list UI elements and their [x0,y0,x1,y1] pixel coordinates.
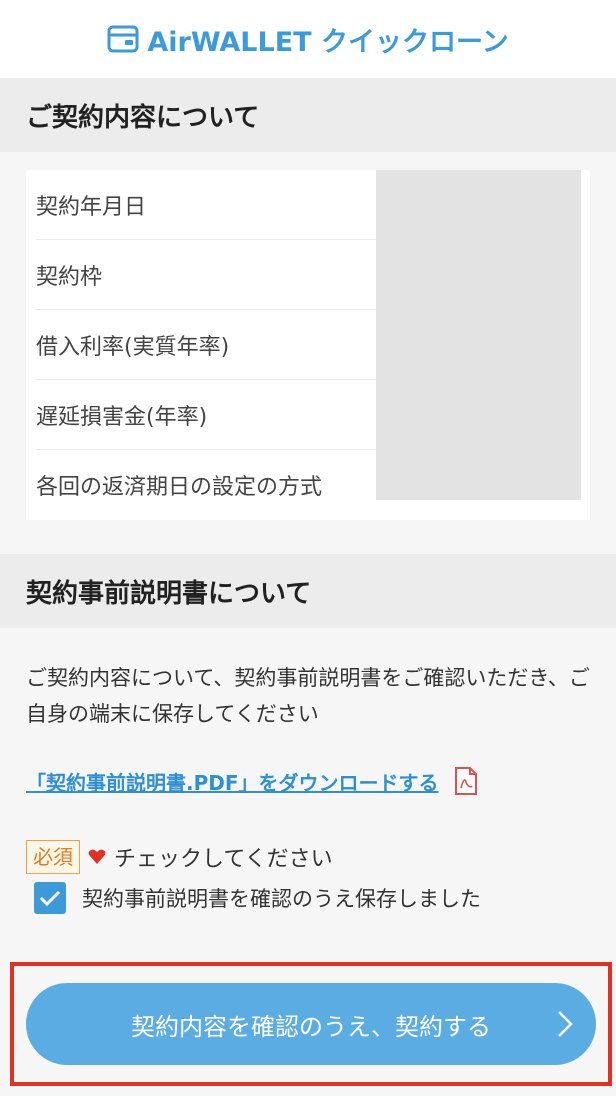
pdf-icon [454,767,477,795]
confirm-contract-button-label: 契約内容を確認のうえ、契約する [131,1013,491,1041]
contract-date-label: 契約年月日 [36,170,376,240]
check-prompt: チェックしてください [114,847,333,872]
app-logo-text: AirWALLET クイックローン [147,26,509,58]
pdf-download-row: 「契約事前説明書.PDF」をダウンロードする [26,766,590,796]
explanation-section-title: 契約事前説明書について [0,554,616,628]
required-badge: 必須 [26,840,80,874]
contract-section-title: ご契約内容について [0,78,616,152]
cta-highlight-frame: 契約内容を確認のうえ、契約する [10,962,612,1086]
contract-info-labels: 契約年月日 契約枠 借入利率(実質年率) 遅延損害金(年率) 各回の返済期日の設… [26,170,376,520]
interest-rate-label: 借入利率(実質年率) [36,310,376,380]
confirm-contract-button[interactable]: 契約内容を確認のうえ、契約する [26,983,596,1065]
explanation-description: ご契約内容について、契約事前説明書をご確認いただき、ご自身の端末に保存してくださ… [26,666,590,726]
wallet-icon [107,25,139,53]
contract-info-area: 契約年月日 契約枠 借入利率(実質年率) 遅延損害金(年率) 各回の返済期日の設… [0,152,616,554]
check-icon [39,890,61,907]
explanation-area: ご契約内容について、契約事前説明書をご確認いただき、ご自身の端末に保存してくださ… [0,628,616,914]
heart-icon [88,849,106,864]
chevron-right-icon [558,1011,573,1037]
pdf-download-link[interactable]: 「契約事前説明書.PDF」をダウンロードする [26,767,439,796]
contract-info-values-masked [376,170,581,500]
confirm-checkbox-row[interactable]: 契約事前説明書を確認のうえ保存しました [26,882,590,914]
confirm-checkbox[interactable] [34,882,66,914]
repayment-method-label: 各回の返済期日の設定の方式 [36,475,323,500]
required-row: 必須 チェックしてください [26,840,590,874]
confirm-checkbox-label[interactable]: 契約事前説明書を確認のうえ保存しました [82,883,481,913]
app-header: AirWALLET クイックローン [0,0,616,78]
contract-info-table: 契約年月日 契約枠 借入利率(実質年率) 遅延損害金(年率) 各回の返済期日の設… [26,170,590,520]
credit-limit-label: 契約枠 [36,240,376,310]
late-fee-label: 遅延損害金(年率) [36,380,376,450]
